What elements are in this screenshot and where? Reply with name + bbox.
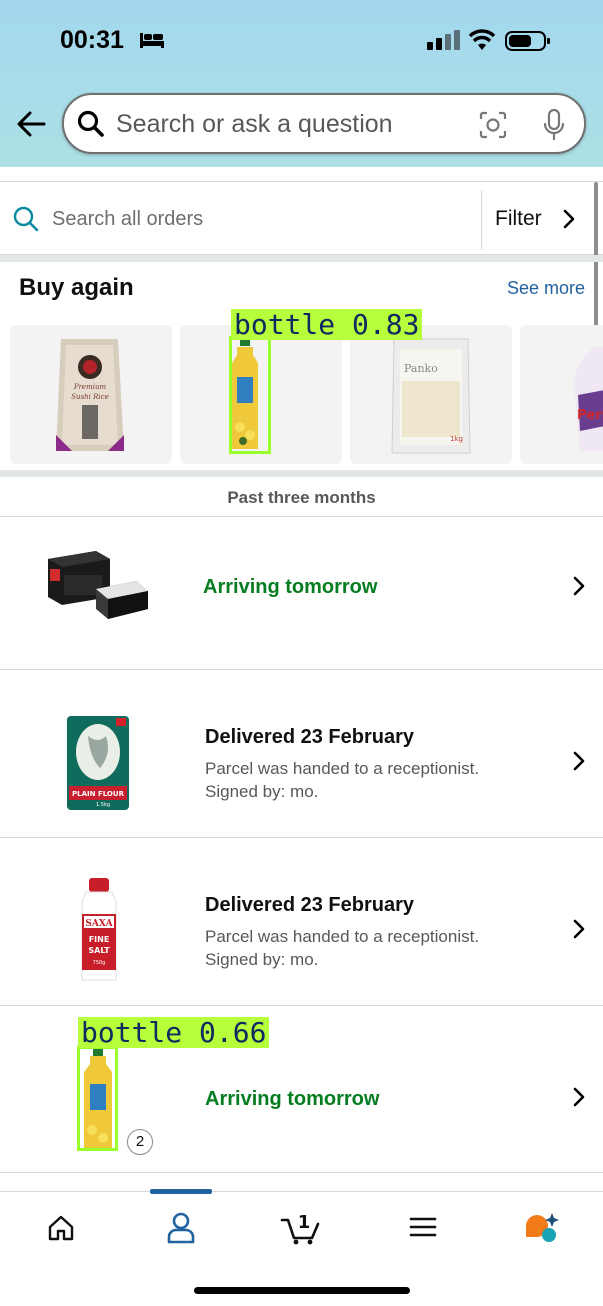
- past-three-months-label: Past three months: [227, 488, 376, 507]
- svg-text:Sushi Rice: Sushi Rice: [71, 393, 108, 401]
- order-detail: Parcel was handed to a receptionist.: [205, 927, 480, 946]
- scrollbar[interactable]: [594, 182, 598, 344]
- see-more-link[interactable]: See more: [507, 278, 585, 299]
- account-icon[interactable]: [166, 1212, 196, 1244]
- menu-icon[interactable]: [409, 1216, 437, 1238]
- buy-again-title: Buy again: [19, 274, 134, 301]
- app-header: 00:31 Search or ask a question: [0, 0, 603, 167]
- back-arrow-icon[interactable]: [14, 108, 48, 140]
- order-detail: Signed by: mo.: [205, 782, 319, 801]
- svg-text:Premium: Premium: [73, 383, 107, 391]
- svg-text:PLAIN FLOUR: PLAIN FLOUR: [72, 790, 125, 798]
- chevron-right-icon[interactable]: [572, 918, 586, 940]
- order-row[interactable]: PLAIN FLOUR 1.5kg Delivered 23 February …: [0, 669, 603, 837]
- buy-again-product[interactable]: Panko 1kg: [350, 325, 512, 464]
- section-divider: [0, 470, 603, 477]
- svg-text:750g: 750g: [93, 960, 106, 966]
- section-divider: [0, 255, 603, 262]
- chevron-right-icon[interactable]: [572, 575, 586, 597]
- search-icon: [13, 206, 39, 232]
- persil-bottle-image: Persil: [574, 347, 603, 451]
- search-bar[interactable]: Search or ask a question: [62, 93, 586, 154]
- sleep-focus-icon: [140, 33, 164, 48]
- order-detail: Signed by: mo.: [205, 950, 319, 969]
- order-status: Delivered 23 February: [205, 894, 414, 916]
- bottom-navigation: 1: [0, 1189, 603, 1306]
- detection-label: bottle 0.83: [231, 309, 423, 340]
- order-row[interactable]: SAXA FINE SALT 750g Delivered 23 Februar…: [0, 837, 603, 1005]
- cart-count: 1: [298, 1212, 311, 1233]
- order-row[interactable]: Arriving tomorrow: [0, 516, 603, 669]
- rice-bag-image: Premium Sushi Rice: [56, 339, 124, 451]
- filter-button[interactable]: Filter: [495, 207, 542, 231]
- order-status: Arriving tomorrow: [205, 1088, 380, 1110]
- detection-box: [229, 336, 271, 454]
- microphone-icon[interactable]: [542, 108, 566, 142]
- svg-text:SAXA: SAXA: [85, 919, 113, 929]
- divider: [481, 190, 482, 250]
- orders-search-bar[interactable]: Search all orders Filter: [0, 181, 603, 255]
- order-detail: Parcel was handed to a receptionist.: [205, 759, 480, 778]
- search-placeholder: Search or ask a question: [116, 110, 393, 138]
- quantity-badge: 2: [127, 1129, 153, 1155]
- svg-text:FINE: FINE: [89, 935, 110, 944]
- cart-icon[interactable]: 1: [280, 1206, 322, 1246]
- status-time: 00:31: [60, 26, 124, 54]
- active-tab-indicator: [150, 1189, 212, 1194]
- detection-box: [77, 1046, 118, 1151]
- home-icon[interactable]: [47, 1214, 75, 1242]
- flour-bag-image: PLAIN FLOUR 1.5kg: [67, 716, 129, 810]
- power-supply-image: [48, 551, 148, 619]
- battery-icon: [505, 31, 550, 51]
- chevron-right-icon[interactable]: [572, 750, 586, 772]
- detection-label: bottle 0.66: [78, 1017, 270, 1048]
- wifi-icon: [468, 29, 496, 50]
- svg-text:Panko: Panko: [404, 362, 438, 375]
- svg-text:1kg: 1kg: [450, 435, 463, 443]
- svg-text:SALT: SALT: [88, 946, 110, 955]
- chevron-right-icon[interactable]: [572, 1086, 586, 1108]
- home-indicator: [194, 1287, 410, 1294]
- order-status: Delivered 23 February: [205, 726, 414, 748]
- buy-again-product[interactable]: Persil: [520, 325, 603, 464]
- chevron-right-icon[interactable]: [562, 208, 576, 230]
- orders-search-input[interactable]: Search all orders: [52, 208, 203, 231]
- camera-lens-icon[interactable]: [478, 110, 508, 140]
- svg-text:Persil: Persil: [577, 408, 603, 423]
- svg-text:1.5kg: 1.5kg: [96, 802, 110, 808]
- buy-again-product[interactable]: Premium Sushi Rice: [10, 325, 172, 464]
- salt-bottle-image: SAXA FINE SALT 750g: [81, 878, 117, 981]
- search-icon: [77, 110, 104, 137]
- rufus-assistant-icon[interactable]: [524, 1210, 560, 1244]
- panko-bag-image: Panko 1kg: [391, 338, 471, 454]
- cellular-signal-icon: [427, 30, 460, 50]
- order-status: Arriving tomorrow: [203, 576, 378, 598]
